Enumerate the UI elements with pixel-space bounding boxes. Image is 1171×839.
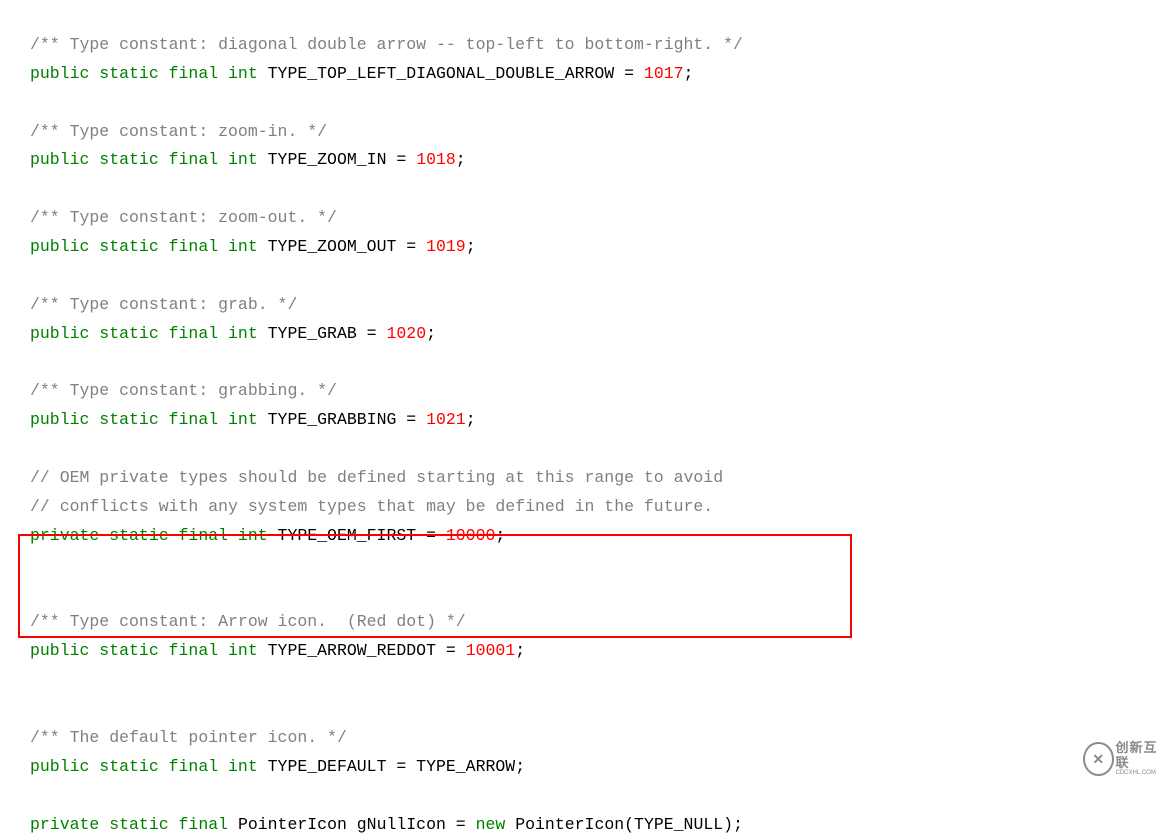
code-identifier: gNullIcon = (347, 815, 476, 834)
code-keyword: public static final int (30, 64, 258, 83)
code-comment: /** Type constant: grab. */ (30, 295, 297, 314)
code-keyword: public static final int (30, 757, 258, 776)
code-semi: ; (466, 410, 476, 429)
logo-en: CDCXHL.COM (1116, 770, 1166, 777)
code-comment: /** Type constant: grabbing. */ (30, 381, 337, 400)
code-comment: /** Type constant: zoom-out. */ (30, 208, 337, 227)
code-keyword: public static final int (30, 324, 258, 343)
code-semi: ; (466, 237, 476, 256)
logo-icon: ✕ (1083, 742, 1114, 776)
code-comment: // conflicts with any system types that … (30, 497, 713, 516)
code-semi: ; (515, 641, 525, 660)
watermark-logo: ✕ 创新互联 CDCXHL.COM (1083, 743, 1165, 775)
code-identifier: TYPE_TOP_LEFT_DIAGONAL_DOUBLE_ARROW = (258, 64, 644, 83)
code-number: 10001 (466, 641, 516, 660)
code-number: 1021 (426, 410, 466, 429)
code-identifier: TYPE_ARROW_REDDOT = (258, 641, 466, 660)
code-number: 1019 (426, 237, 466, 256)
code-identifier: TYPE_GRABBING = (258, 410, 426, 429)
logo-cn: 创新互联 (1116, 741, 1166, 770)
code-semi: ; (456, 150, 466, 169)
code-keyword: private static final (30, 815, 228, 834)
code-semi: ; (426, 324, 436, 343)
code-keyword: public static final int (30, 237, 258, 256)
code-number: 1017 (644, 64, 684, 83)
code-comment: /** Type constant: diagonal double arrow… (30, 35, 743, 54)
code-identifier: TYPE_ZOOM_IN = (258, 150, 416, 169)
code-identifier: TYPE_DEFAULT = TYPE_ARROW; (258, 757, 525, 776)
code-semi: ; (495, 526, 505, 545)
logo-text: 创新互联 CDCXHL.COM (1116, 741, 1166, 776)
code-identifier: TYPE_GRAB = (258, 324, 387, 343)
code-type: PointerIcon (228, 815, 347, 834)
code-number: 1018 (416, 150, 456, 169)
code-comment: /** The default pointer icon. */ (30, 728, 347, 747)
code-keyword: public static final int (30, 150, 258, 169)
code-comment: /** Type constant: zoom-in. */ (30, 122, 327, 141)
code-identifier: TYPE_OEM_FIRST = (268, 526, 446, 545)
code-keyword: public static final int (30, 410, 258, 429)
code-number: 10000 (446, 526, 496, 545)
code-identifier: TYPE_ZOOM_OUT = (258, 237, 426, 256)
code-keyword: private static final int (30, 526, 268, 545)
code-keyword: public static final int (30, 641, 258, 660)
code-number: 1020 (386, 324, 426, 343)
code-semi: ; (684, 64, 694, 83)
code-comment: /** Type constant: Arrow icon. (Red dot)… (30, 612, 466, 631)
code-block: /** Type constant: diagonal double arrow… (0, 0, 1171, 839)
code-comment: // OEM private types should be defined s… (30, 468, 723, 487)
code-ctor: PointerIcon(TYPE_NULL); (505, 815, 743, 834)
code-keyword-new: new (476, 815, 506, 834)
